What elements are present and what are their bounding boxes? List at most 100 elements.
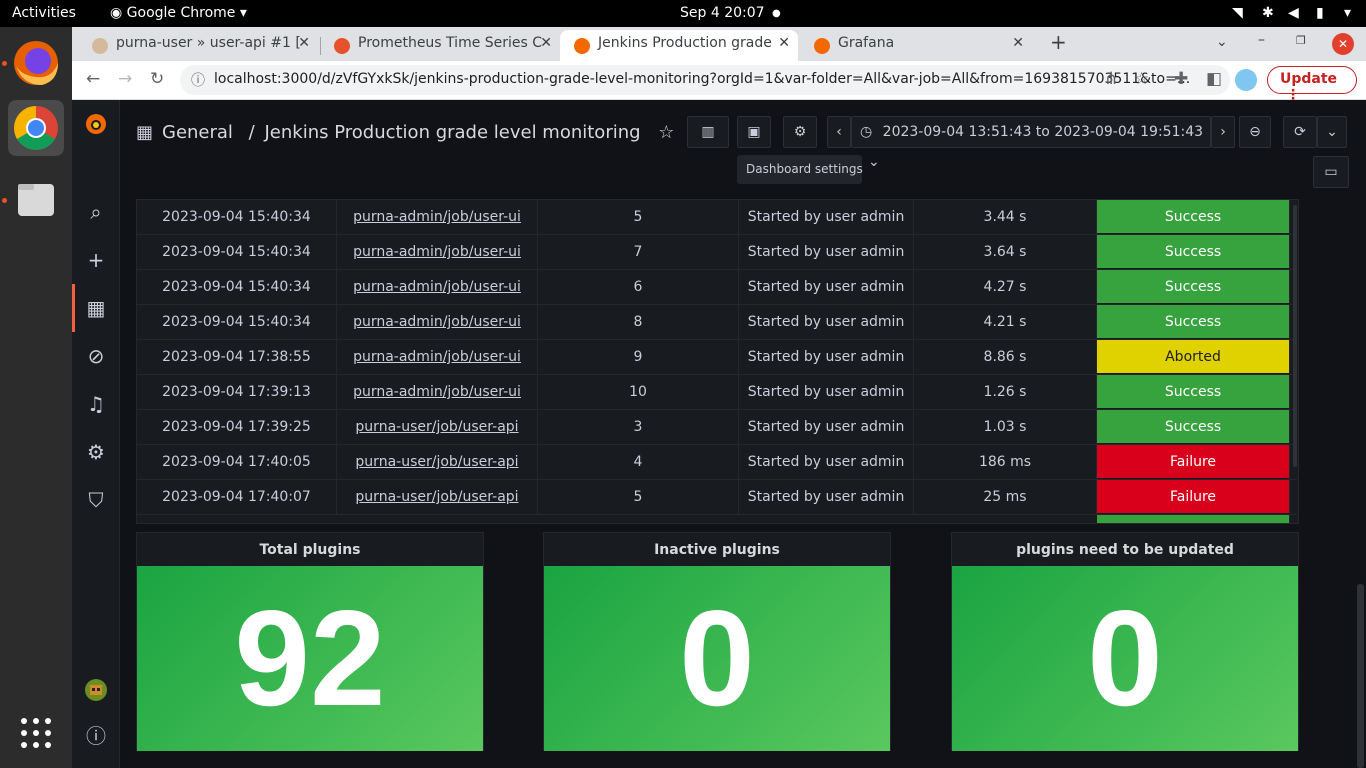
cell-job[interactable]: purna-user/job/user-api <box>337 480 538 514</box>
running-indicator <box>2 61 7 66</box>
tab-prometheus[interactable]: Prometheus Time Series C ✕ <box>320 30 560 61</box>
favorite-star-icon[interactable]: ☆ <box>658 122 674 143</box>
firefox-icon[interactable] <box>8 35 64 91</box>
side-panel-icon[interactable]: ◧ <box>1206 69 1222 89</box>
active-nav-indicator <box>72 284 75 332</box>
cell-job[interactable]: purna-user/job/user-api <box>337 410 538 444</box>
grafana-logo-icon[interactable] <box>84 112 108 136</box>
close-icon[interactable]: ✕ <box>298 35 310 51</box>
cell-build: 3 <box>538 410 739 444</box>
update-button[interactable]: Update ⋮ <box>1267 66 1357 103</box>
configuration-gear-icon[interactable]: ⚙ <box>84 440 108 464</box>
help-icon[interactable]: ⓘ <box>84 724 108 748</box>
tab-title: Prometheus Time Series C <box>358 35 543 51</box>
files-icon[interactable] <box>8 172 64 228</box>
new-tab-icon[interactable]: + <box>1050 30 1067 54</box>
cell-build: 5 <box>538 480 739 514</box>
explore-compass-icon[interactable]: ⊘ <box>84 344 108 368</box>
system-menu-caret-icon[interactable]: ▾ <box>1344 5 1351 21</box>
page-scrollbar[interactable] <box>1357 584 1364 768</box>
cell-job[interactable]: purna-admin/job/user-ui <box>337 305 538 339</box>
cell-job[interactable]: purna-admin/job/user-ui <box>337 235 538 269</box>
tab-search-icon[interactable]: ⌄ <box>1216 34 1228 50</box>
forward-icon[interactable]: → <box>118 69 132 89</box>
share-icon[interactable]: ⋔ <box>1104 69 1118 89</box>
cell-build: 5 <box>538 200 739 234</box>
extensions-icon[interactable]: ✚ <box>1174 69 1188 89</box>
time-shift-back-button[interactable]: ‹ <box>827 116 851 148</box>
add-panel-button[interactable]: ▥ <box>687 116 729 148</box>
caret-down-icon: ▾ <box>239 5 247 21</box>
notification-dot-icon: ● <box>772 8 781 19</box>
cell-status <box>1097 515 1290 523</box>
zoom-out-button[interactable]: ⊖ <box>1239 116 1271 148</box>
time-range-picker[interactable]: ◷ 2023-09-04 13:51:43 to 2023-09-04 19:5… <box>851 116 1211 170</box>
cell-cause: Started by user admin <box>739 375 914 409</box>
create-plus-icon[interactable]: + <box>84 248 108 272</box>
refresh-button[interactable]: ⟳ <box>1283 116 1317 148</box>
volume-icon[interactable]: ◀ <box>1288 5 1299 21</box>
tab-title: purna-user » user-api #1 [ <box>116 35 301 51</box>
url-text: localhost:3000/d/zVfGYxkSk/jenkins-produ… <box>214 71 1191 87</box>
battery-icon[interactable]: ▮ <box>1316 5 1324 21</box>
table-row: 2023-09-04 17:39:25 purna-user/job/user-a… <box>137 410 1297 445</box>
address-bar[interactable]: ⓘ localhost:3000/d/zVfGYxkSk/jenkins-pro… <box>180 65 1230 95</box>
cell-time: 2023-09-04 17:40:07 <box>137 480 337 514</box>
dashboards-icon[interactable]: ▦ <box>84 296 108 320</box>
cell-job[interactable]: purna-admin/job/user-ui <box>337 270 538 304</box>
add-panel-icon: ▥ <box>701 124 715 140</box>
close-icon[interactable]: ✕ <box>1012 35 1024 51</box>
chrome-small-icon: ◉ <box>110 5 123 21</box>
chrome-icon[interactable] <box>8 100 64 156</box>
tab-grafana[interactable]: Grafana ✕ <box>800 30 1032 61</box>
bookmark-star-icon[interactable]: ☆ <box>1134 69 1149 89</box>
dashboard-title[interactable]: Jenkins Production grade level monitorin… <box>264 122 640 143</box>
cell-job[interactable]: purna-user/job/user-api <box>337 445 538 479</box>
close-icon[interactable]: ✕ <box>540 35 552 51</box>
table-row-partial <box>137 515 1297 523</box>
cell-cause: Started by user admin <box>739 480 914 514</box>
chevron-left-icon: ‹ <box>836 124 842 140</box>
bluetooth-icon[interactable]: ✱ <box>1262 5 1274 21</box>
save-dashboard-button[interactable]: ▣ <box>737 116 771 148</box>
activities-button[interactable]: Activities <box>12 5 76 21</box>
dashboard-settings-button[interactable]: ⚙ <box>783 116 817 148</box>
refresh-interval-dropdown[interactable]: ⌄ <box>1317 116 1347 148</box>
cell-job[interactable]: purna-admin/job/user-ui <box>337 340 538 374</box>
reload-icon[interactable]: ↻ <box>150 69 164 89</box>
table-scrollbar[interactable] <box>1293 205 1297 467</box>
wifi-icon[interactable]: ◥ <box>1232 5 1243 21</box>
user-avatar[interactable] <box>84 678 108 702</box>
alerting-bell-icon[interactable]: ♫ <box>84 392 108 416</box>
tab-title: Grafana <box>838 35 895 51</box>
stat-title: plugins need to be updated <box>1016 542 1234 558</box>
cell-job[interactable]: purna-admin/job/user-ui <box>337 375 538 409</box>
site-info-icon[interactable]: ⓘ <box>191 70 205 90</box>
cell-job[interactable]: purna-admin/job/user-ui <box>337 200 538 234</box>
server-admin-shield-icon[interactable]: ⛉ <box>84 488 108 512</box>
cell-time: 2023-09-04 15:40:34 <box>137 270 337 304</box>
profile-avatar[interactable] <box>1235 69 1257 91</box>
maximize-icon[interactable]: ❐ <box>1296 34 1306 47</box>
prometheus-icon <box>334 38 350 54</box>
app-menu[interactable]: ◉ Google Chrome ▾ <box>110 5 247 21</box>
tab-jenkins-build[interactable]: purna-user » user-api #1 [ ✕ <box>78 30 318 61</box>
breadcrumb-folder[interactable]: General <box>162 122 233 143</box>
cell-duration: 25 ms <box>914 480 1097 514</box>
cell-duration: 4.21 s <box>914 305 1097 339</box>
clock[interactable]: Sep 4 20:07 <box>680 5 765 21</box>
tv-mode-button[interactable]: ▭ <box>1313 156 1349 188</box>
window-close-icon[interactable]: ✕ <box>1332 33 1354 55</box>
stat-panel-inactive-plugins: Inactive plugins 0 <box>543 532 891 751</box>
search-icon[interactable]: ⌕ <box>84 200 108 224</box>
tab-jenkins-dashboard[interactable]: Jenkins Production grade ✕ <box>560 30 798 61</box>
minimize-icon[interactable]: – <box>1258 32 1265 48</box>
stat-value: 0 <box>679 582 755 734</box>
back-icon[interactable]: ← <box>86 69 100 89</box>
app-grid-icon[interactable] <box>20 717 52 749</box>
os-dock <box>0 27 72 768</box>
browser-tab-bar: purna-user » user-api #1 [ ✕ Prometheus … <box>72 27 1366 61</box>
time-shift-forward-button[interactable]: › <box>1211 116 1235 148</box>
close-icon[interactable]: ✕ <box>778 35 790 51</box>
cell-build: 7 <box>538 235 739 269</box>
